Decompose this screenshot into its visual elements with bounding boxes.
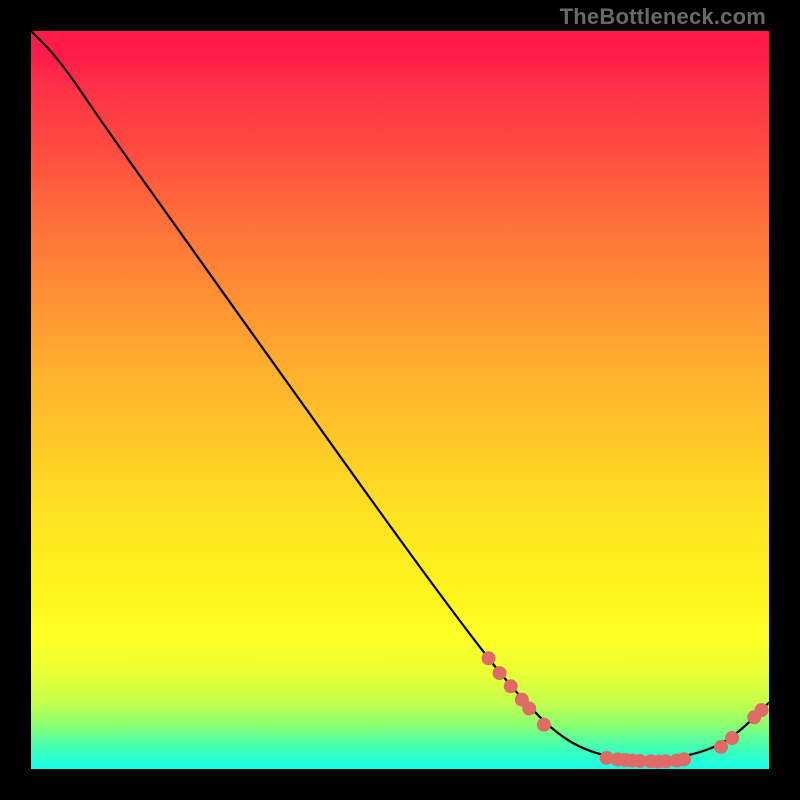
marker-dots-group xyxy=(482,652,768,768)
marker-dot xyxy=(523,702,536,715)
plot-area xyxy=(31,31,769,769)
chart-stage: TheBottleneck.com xyxy=(0,0,800,800)
curve-layer xyxy=(31,31,769,769)
bottleneck-curve xyxy=(31,31,769,760)
marker-dot xyxy=(755,704,768,717)
marker-dot xyxy=(504,680,517,693)
marker-dot xyxy=(482,652,495,665)
marker-dot xyxy=(537,718,550,731)
marker-dot xyxy=(726,732,739,745)
marker-dot xyxy=(715,740,728,753)
marker-dot xyxy=(493,667,506,680)
marker-dot xyxy=(678,753,691,766)
watermark-label: TheBottleneck.com xyxy=(560,4,766,30)
